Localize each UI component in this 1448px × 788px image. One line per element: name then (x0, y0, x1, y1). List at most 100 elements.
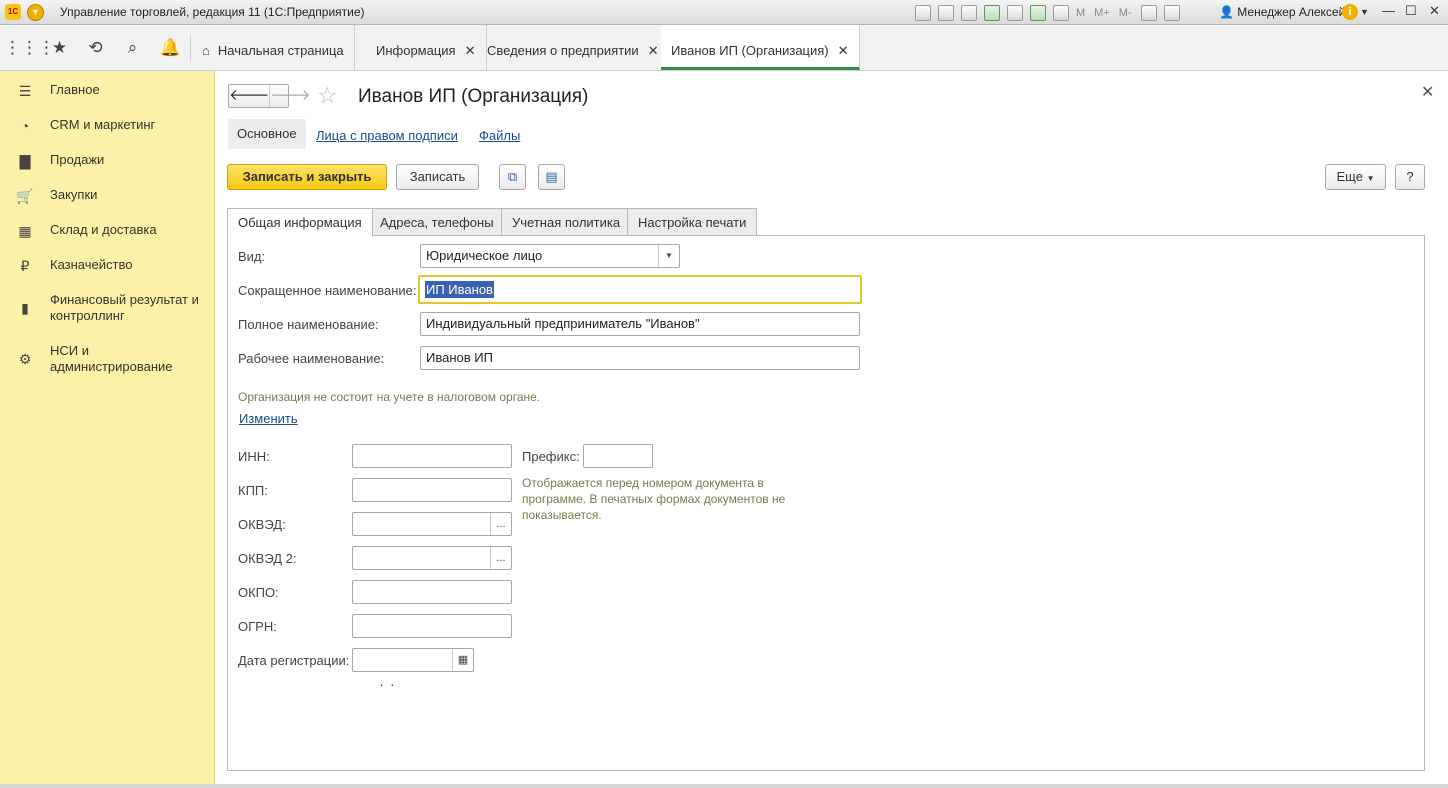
okved-picker-button[interactable]: ... (490, 513, 511, 535)
calendar-icon[interactable] (1053, 4, 1069, 21)
tab-enterprise-info[interactable]: Сведения о предприятии ✕ (477, 25, 670, 70)
sidebar-item-treasury[interactable]: ₽ Казначейство (0, 257, 215, 275)
sidebar-item-sales[interactable]: ▇ Продажи (0, 152, 215, 170)
sidebar-item-label: Финансовый результат и контроллинг (50, 292, 199, 323)
tab-home[interactable]: ⌂ Начальная страница (192, 25, 355, 70)
more-label: Еще (1336, 169, 1363, 184)
favorite-star-icon[interactable]: ☆ (317, 82, 338, 109)
full-name-input[interactable]: Индивидуальный предприниматель "Иванов" (420, 312, 860, 336)
favorites-icon[interactable]: ★ (41, 25, 78, 71)
okved-label: ОКВЭД: (238, 517, 286, 532)
all-functions-icon[interactable]: ⋮⋮⋮ (4, 25, 55, 71)
sidebar-item-finance[interactable]: ▮ Финансовый результат и контроллинг (0, 292, 215, 324)
bag-icon: ▇ (19, 153, 31, 169)
back-arrow-icon[interactable]: 🡐 (229, 85, 269, 107)
info-icon[interactable]: i (1342, 4, 1358, 20)
cart-icon: 🛒 (16, 188, 34, 204)
okved2-picker-button[interactable]: ... (490, 547, 511, 569)
tab-print-settings[interactable]: Настройка печати (627, 208, 758, 236)
subnav-files-link[interactable]: Файлы (479, 128, 520, 143)
tab-label: Начальная страница (217, 43, 344, 58)
close-window-icon[interactable]: ✕ (1429, 3, 1440, 19)
tab-accounting-policy[interactable]: Учетная политика (501, 208, 632, 236)
more-button[interactable]: Еще ▼ (1325, 164, 1386, 190)
sidebar: ☰ Главное ◔ CRM и маркетинг ▇ Продажи 🛒 … (0, 71, 215, 784)
tab-information[interactable]: Информация ✕ (366, 25, 487, 70)
tab-bar: ⋮⋮⋮ ★ ⟲ ⌕ 🔔 ⌂ Начальная страница Информац… (0, 25, 1448, 71)
window-title: Управление торговлей, редакция 11 (1С:Пр… (60, 5, 365, 19)
print-icon[interactable] (938, 4, 954, 21)
change-link[interactable]: Изменить (239, 411, 298, 426)
close-tab-icon[interactable]: ✕ (465, 43, 476, 58)
close-tab-icon[interactable]: ✕ (838, 43, 849, 58)
current-user[interactable]: 👤 Менеджер Алексей (1219, 5, 1345, 19)
notifications-icon[interactable]: 🔔 (152, 25, 189, 71)
minimize-icon[interactable]: — (1382, 3, 1395, 18)
sidebar-item-warehouse[interactable]: ▦ Склад и доставка (0, 222, 215, 240)
close-form-icon[interactable]: ✕ (1421, 82, 1434, 102)
sidebar-item-crm[interactable]: ◔ CRM и маркетинг (0, 117, 215, 134)
chevron-down-icon: ▼ (1366, 174, 1375, 183)
help-button[interactable]: ? (1395, 164, 1425, 190)
save-button[interactable]: Записать (396, 164, 479, 190)
info-dropdown-icon[interactable]: ▼ (1360, 7, 1369, 17)
sidebar-item-label: CRM и маркетинг (50, 117, 156, 132)
save-and-close-button[interactable]: Записать и закрыть (227, 164, 387, 190)
sidebar-item-main[interactable]: ☰ Главное (0, 82, 215, 100)
sidebar-item-admin[interactable]: ⚙ НСИ и администрирование (0, 343, 215, 375)
memory-button[interactable]: M (1076, 7, 1085, 19)
create-based-on-icon[interactable]: ⧉ (499, 164, 526, 190)
work-name-input[interactable]: Иванов ИП (420, 346, 860, 370)
subnav-main[interactable]: Основное (228, 119, 306, 149)
title-bar: 1С ▼ Управление торговлей, редакция 11 (… (0, 0, 1448, 25)
short-name-input[interactable]: ИП Иванов (418, 275, 862, 304)
forward-arrow-icon[interactable]: 🡒 (269, 85, 310, 107)
sidebar-item-purchases[interactable]: 🛒 Закупки (0, 187, 215, 205)
sidebar-item-label: Продажи (50, 152, 105, 167)
kind-select[interactable]: Юридическое лицо ▼ (420, 244, 680, 268)
reg-date-input[interactable]: . . ▦ (352, 648, 474, 689)
scan-icon[interactable] (1007, 4, 1023, 21)
ogrn-label: ОГРН: (238, 619, 277, 634)
close-tab-icon[interactable]: ✕ (648, 43, 659, 58)
kind-value: Юридическое лицо (426, 248, 543, 263)
short-name-value: ИП Иванов (425, 281, 494, 298)
history-navigation: 🡐 🡒 (228, 84, 310, 108)
okved-input[interactable]: ... (352, 512, 512, 536)
sidebar-item-label: НСИ и администрирование (50, 343, 173, 374)
document-list-icon[interactable]: ▤ (538, 164, 565, 190)
tab-addresses[interactable]: Адреса, телефоны (369, 208, 505, 236)
search-icon[interactable]: ⌕ (114, 25, 151, 71)
tax-registration-note: Организация не состоит на учете в налого… (238, 390, 541, 404)
tab-general-info[interactable]: Общая информация (227, 208, 373, 237)
print-preview-icon[interactable] (961, 4, 977, 21)
user-name: Менеджер Алексей (1237, 5, 1346, 19)
okved2-input[interactable]: ... (352, 546, 512, 570)
ogrn-input[interactable] (352, 614, 512, 638)
maximize-icon[interactable]: ☐ (1405, 3, 1417, 19)
memory-plus-button[interactable]: M+ (1094, 7, 1110, 19)
subnav-signers-link[interactable]: Лица с правом подписи (316, 128, 458, 143)
okpo-input[interactable] (352, 580, 512, 604)
menu-icon: ☰ (18, 83, 32, 99)
prefix-input[interactable] (583, 444, 653, 468)
memory-minus-button[interactable]: M- (1119, 7, 1132, 19)
zoom-icon[interactable] (1140, 4, 1157, 21)
status-bar (0, 784, 1448, 788)
main-menu-button[interactable]: ▼ (27, 4, 44, 21)
history-icon[interactable]: ⟲ (77, 25, 114, 71)
user-icon: 👤 (1219, 5, 1234, 19)
save-icon[interactable] (915, 4, 931, 21)
upload-icon[interactable] (984, 4, 1000, 21)
warehouse-icon: ▦ (18, 223, 32, 239)
tab-label: Информация (376, 43, 456, 58)
tab-label: Иванов ИП (Организация) (671, 43, 829, 58)
prefix-label: Префикс: (522, 449, 580, 464)
tab-organization[interactable]: Иванов ИП (Организация) ✕ (661, 25, 860, 70)
calendar-icon[interactable]: ▦ (452, 649, 473, 671)
inn-input[interactable] (352, 444, 512, 468)
panel-layout-icon[interactable] (1163, 4, 1180, 21)
kpp-input[interactable] (352, 478, 512, 502)
calculator-icon[interactable] (1030, 4, 1046, 21)
chevron-down-icon[interactable]: ▼ (658, 245, 679, 267)
